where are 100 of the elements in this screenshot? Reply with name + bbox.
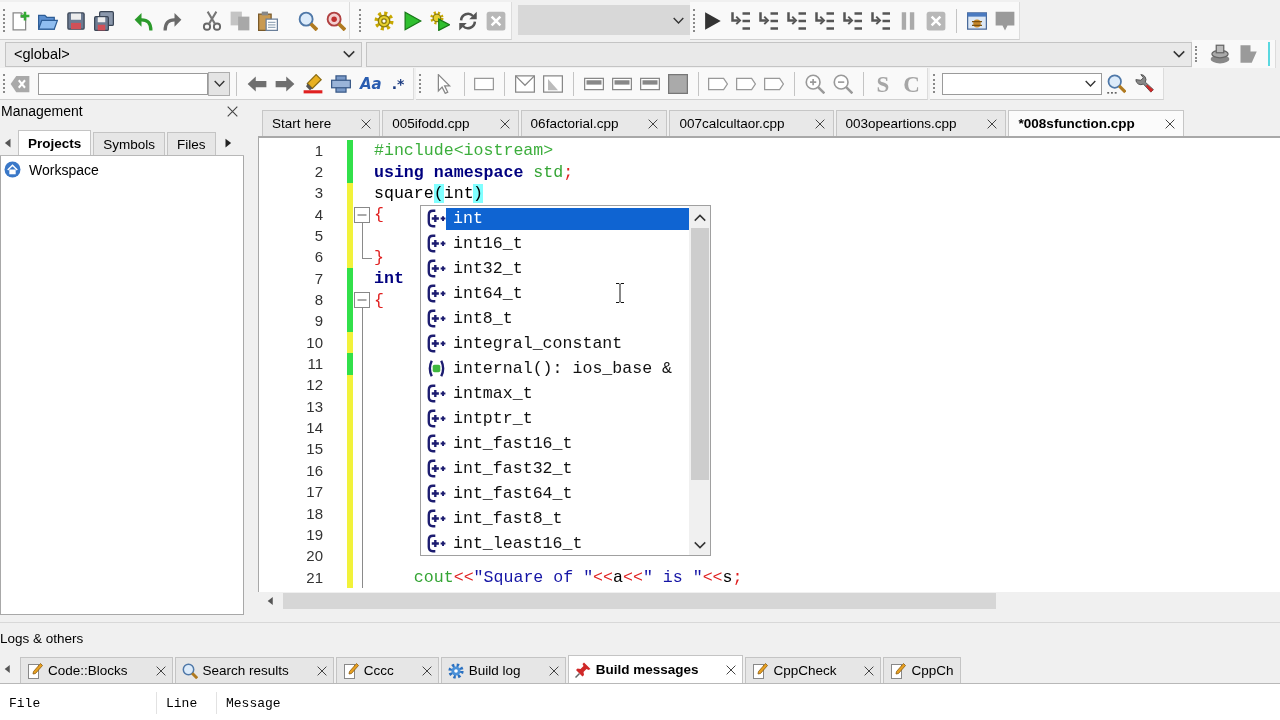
editor-tab[interactable]: 003opeartions.cpp — [835, 110, 1006, 136]
chevron-left-icon[interactable] — [266, 596, 275, 606]
column-header[interactable]: Message — [217, 692, 281, 714]
speech-bubble-icon[interactable] — [995, 10, 1015, 31]
frame-icon[interactable] — [543, 73, 563, 94]
panel-tab[interactable]: Projects — [18, 130, 92, 155]
editor-tab[interactable]: 007calcultaor.cpp — [669, 110, 834, 136]
close-icon[interactable] — [814, 118, 825, 129]
tree-item[interactable]: Workspace — [1, 160, 101, 179]
completion-item[interactable]: integral_constant — [446, 332, 689, 355]
search-replace-icon[interactable] — [326, 10, 346, 31]
completion-item[interactable]: int_least16_t — [446, 532, 689, 555]
panel-tab[interactable]: Symbols — [93, 132, 166, 155]
search-icon[interactable] — [1106, 73, 1126, 94]
log-tab[interactable]: Code::Blocks — [20, 657, 173, 683]
undo-icon[interactable] — [134, 10, 154, 31]
close-icon[interactable] — [648, 118, 659, 129]
completion-item[interactable]: int_fast8_t — [446, 507, 689, 530]
panel-tab[interactable]: Files — [167, 132, 216, 155]
close-icon[interactable] — [1164, 118, 1175, 129]
scissors-icon[interactable] — [202, 10, 222, 31]
editor-tab[interactable]: *008sfunction.cpp — [1007, 110, 1184, 136]
chevron-down-icon[interactable] — [693, 539, 706, 551]
chevron-down-icon[interactable] — [1085, 78, 1096, 89]
clipboard-icon[interactable] — [258, 10, 278, 31]
editor-tab[interactable]: Start here — [262, 110, 381, 136]
chevron-down-icon[interactable] — [343, 48, 355, 60]
completion-item[interactable]: int_fast16_t — [446, 432, 689, 455]
arrow-lines-icon[interactable] — [786, 10, 807, 31]
log-tab[interactable]: Search results — [174, 657, 334, 683]
search-field[interactable] — [38, 72, 208, 95]
tag-arrow-icon[interactable] — [1238, 44, 1258, 64]
left-triangle-icon[interactable] — [3, 136, 13, 149]
gear-play-icon[interactable] — [430, 10, 450, 31]
completion-item[interactable]: intptr_t — [446, 407, 689, 430]
scrollbar-thumb[interactable] — [283, 593, 996, 609]
line-number: 12 — [306, 376, 323, 395]
close-icon[interactable] — [726, 664, 737, 675]
close-icon[interactable] — [548, 665, 559, 676]
editor-tab[interactable]: 06factorial.cpp — [520, 110, 668, 136]
close-icon[interactable] — [986, 118, 997, 129]
zoom-out-icon[interactable] — [832, 73, 853, 94]
editor-tab[interactable]: 005ifodd.cpp — [382, 110, 519, 136]
chevron-down-icon[interactable] — [213, 78, 225, 89]
right-triangle-icon[interactable] — [223, 136, 233, 149]
close-icon[interactable] — [227, 105, 238, 117]
left-triangle-icon[interactable] — [3, 663, 12, 675]
arrow-lines-icon[interactable] — [870, 10, 891, 31]
bracket-plus-icon — [427, 284, 446, 303]
save-icon[interactable] — [66, 10, 86, 31]
close-icon[interactable] — [864, 665, 875, 676]
gear-icon[interactable] — [374, 10, 394, 31]
completion-item[interactable]: int8_t — [446, 307, 689, 330]
pipe-icon[interactable] — [331, 73, 351, 94]
close-icon[interactable] — [361, 118, 372, 129]
chevron-down-icon[interactable] — [1173, 48, 1185, 60]
match-case-button[interactable]: Aa — [357, 71, 385, 96]
completion-item[interactable]: int16_t — [446, 232, 689, 255]
bracket-plus-icon — [427, 209, 446, 228]
envelope-icon[interactable] — [515, 73, 535, 94]
scrollbar-thumb[interactable] — [690, 228, 709, 480]
column-header[interactable]: File — [0, 692, 157, 714]
completion-item[interactable]: internal(): ios_base & — [446, 357, 689, 380]
log-tab[interactable]: Build messages — [567, 655, 744, 683]
column-header[interactable]: Line — [157, 692, 217, 714]
bug-window-icon[interactable] — [967, 10, 987, 31]
refresh-icon[interactable] — [458, 10, 478, 31]
square-icon[interactable] — [667, 73, 688, 94]
collapse-icon[interactable] — [354, 292, 370, 309]
dropdown-button[interactable] — [208, 71, 230, 96]
log-tab[interactable]: Build log — [440, 657, 566, 683]
arrow-lines-icon[interactable] — [758, 10, 779, 31]
search-icon[interactable] — [298, 10, 318, 31]
close-icon[interactable] — [316, 665, 327, 676]
arrow-lines-icon[interactable] — [814, 10, 835, 31]
completion-item[interactable]: intmax_t — [446, 382, 689, 405]
completion-item[interactable]: int_fast32_t — [446, 457, 689, 480]
arrow-lines-icon[interactable] — [730, 10, 751, 31]
disk-stack-icon[interactable] — [1210, 44, 1230, 64]
completion-item[interactable]: int32_t — [446, 257, 689, 280]
close-icon[interactable] — [155, 665, 166, 676]
close-icon[interactable] — [421, 665, 432, 676]
play-icon[interactable] — [702, 10, 723, 31]
completion-item[interactable]: int_fast64_t — [446, 482, 689, 505]
close-icon[interactable] — [499, 118, 510, 129]
regex-button[interactable]: .* — [388, 71, 408, 96]
collapse-icon[interactable] — [354, 207, 370, 224]
wrench-icon[interactable] — [1134, 73, 1154, 94]
log-tab[interactable]: Cccc — [335, 657, 439, 683]
log-tab[interactable]: CppCh — [883, 657, 961, 683]
completion-item[interactable]: int64_t — [446, 282, 689, 305]
highlighter-icon[interactable] — [303, 73, 323, 94]
arrow-lines-icon[interactable] — [842, 10, 863, 31]
save-all-icon[interactable] — [94, 10, 114, 31]
completion-item[interactable]: int — [446, 207, 689, 230]
log-tab[interactable]: CppCheck — [745, 657, 882, 683]
chevron-up-icon[interactable] — [693, 212, 706, 224]
zoom-in-icon[interactable] — [804, 73, 825, 94]
scope-dropdown[interactable]: <global> — [5, 41, 362, 67]
new-file-icon[interactable] — [10, 10, 30, 31]
